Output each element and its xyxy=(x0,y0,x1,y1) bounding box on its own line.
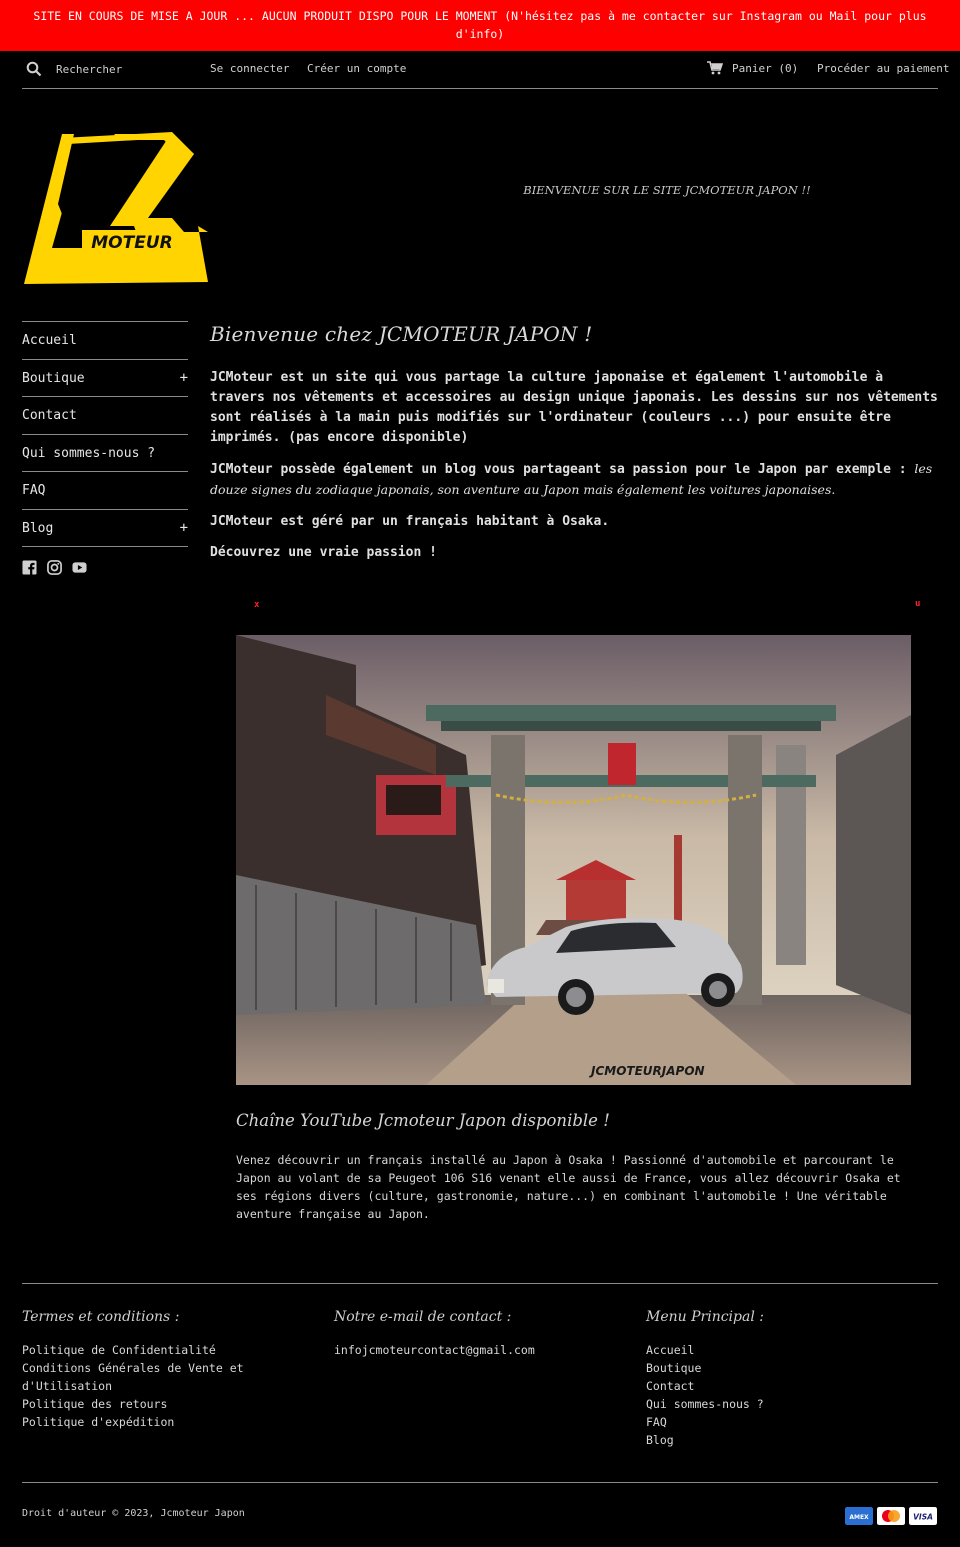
logo-text: MOTEUR xyxy=(91,233,172,253)
footer-link-blog[interactable]: Blog xyxy=(646,1431,936,1449)
sidebar-item-blog[interactable]: Blog + xyxy=(22,510,188,547)
search-input[interactable] xyxy=(56,60,206,78)
announcement-bar: SITE EN COURS DE MISE A JOUR ... AUCUN P… xyxy=(0,0,960,51)
image-watermark: JCMOTEURJAPON xyxy=(589,1064,705,1078)
youtube-icon[interactable] xyxy=(72,560,87,575)
footer-menu-title: Menu Principal : xyxy=(646,1309,764,1325)
checkout-link[interactable]: Procéder au paiement xyxy=(817,62,949,75)
amex-label: AMEX xyxy=(849,1514,869,1521)
footer-terms-title: Termes et conditions : xyxy=(22,1309,180,1325)
mastercard-icon xyxy=(877,1507,905,1525)
sidebar-item-label: Contact xyxy=(22,408,77,423)
youtube-section-title: Chaîne YouTube Jcmoteur Japon disponible… xyxy=(236,1111,610,1130)
instagram-icon[interactable] xyxy=(47,560,62,575)
sidebar-nav: Accueil Boutique + Contact Qui sommes-nou… xyxy=(22,321,188,547)
footer-menu: Menu Principal : Accueil Boutique Contac… xyxy=(646,1307,936,1449)
sidebar-item-label: Accueil xyxy=(22,333,77,348)
search-icon[interactable] xyxy=(26,61,42,77)
page-title: Bienvenue chez JCMOTEUR JAPON ! xyxy=(210,322,593,346)
sidebar-item-label: Blog xyxy=(22,520,54,536)
footer-terms: Termes et conditions : Politique de Conf… xyxy=(22,1307,312,1431)
sidebar-item-about[interactable]: Qui sommes-nous ? xyxy=(22,435,188,472)
expand-icon[interactable]: + xyxy=(180,510,188,547)
register-link[interactable]: Créer un compte xyxy=(307,62,406,75)
site-tagline: BIENVENUE SUR LE SITE JCMOTEUR JAPON !! xyxy=(523,183,811,197)
footer-contact: Notre e-mail de contact : infojcmoteurco… xyxy=(334,1307,624,1359)
blog-paragraph-text: JCMoteur possède également un blog vous … xyxy=(210,462,915,477)
sidebar-item-label: FAQ xyxy=(22,483,46,498)
login-link[interactable]: Se connecter xyxy=(210,62,289,75)
copyright: Droit d'auteur © 2023, Jcmoteur Japon xyxy=(22,1508,245,1519)
footer-link-cgv[interactable]: Conditions Générales de Vente et d'Utili… xyxy=(22,1359,252,1395)
sidebar-item-label: Boutique xyxy=(22,370,85,386)
facebook-icon[interactable] xyxy=(22,560,37,575)
sidebar-item-boutique[interactable]: Boutique + xyxy=(22,360,188,397)
intro-paragraph: JCMoteur est un site qui vous partage la… xyxy=(210,370,938,445)
owner-paragraph: JCMoteur est géré par un français habita… xyxy=(210,514,610,529)
footer-link-contact[interactable]: Contact xyxy=(646,1377,936,1395)
footer-link-accueil[interactable]: Accueil xyxy=(646,1341,936,1359)
footer-link-boutique[interactable]: Boutique xyxy=(646,1359,936,1377)
amex-icon: AMEX xyxy=(845,1507,873,1525)
footer-link-shipping[interactable]: Politique d'expédition xyxy=(22,1413,312,1431)
footer-link-privacy[interactable]: Politique de Confidentialité xyxy=(22,1341,312,1359)
footer-link-faq[interactable]: FAQ xyxy=(646,1413,936,1431)
cart-icon[interactable] xyxy=(707,61,723,75)
footer-contact-title: Notre e-mail de contact : xyxy=(334,1309,512,1325)
sidebar-item-label: Qui sommes-nous ? xyxy=(22,445,156,461)
footer-divider xyxy=(22,1283,938,1284)
blog-paragraph: JCMoteur possède également un blog vous … xyxy=(210,459,940,501)
sidebar-item-faq[interactable]: FAQ xyxy=(22,472,188,510)
passion-paragraph: Découvrez une vraie passion ! xyxy=(210,545,437,560)
expand-icon[interactable]: + xyxy=(180,360,188,397)
sidebar-item-accueil[interactable]: Accueil xyxy=(22,322,188,360)
header-bar: Se connecter Créer un compte Panier (0) … xyxy=(22,51,949,89)
broken-embed-marker: u xyxy=(915,599,921,609)
youtube-section-description: Venez découvrir un français installé au … xyxy=(236,1153,901,1221)
footer-link-returns[interactable]: Politique des retours xyxy=(22,1395,312,1413)
main-content: Bienvenue chez JCMOTEUR JAPON ! JCMoteur… xyxy=(210,322,940,574)
footer-link-about[interactable]: Qui sommes-nous ? xyxy=(646,1395,936,1413)
site-logo[interactable]: MOTEUR xyxy=(22,128,208,286)
hero-image: JCMOTEURJAPON xyxy=(236,635,911,1085)
footer-email[interactable]: infojcmoteurcontact@gmail.com xyxy=(334,1341,624,1359)
visa-icon: VISA xyxy=(909,1507,937,1525)
visa-label: VISA xyxy=(913,1513,933,1522)
social-links xyxy=(22,560,87,575)
broken-embed-marker: x xyxy=(254,600,260,610)
cart-link[interactable]: Panier (0) xyxy=(732,62,798,75)
sidebar-item-contact[interactable]: Contact xyxy=(22,397,188,435)
footer-divider xyxy=(22,1482,938,1483)
